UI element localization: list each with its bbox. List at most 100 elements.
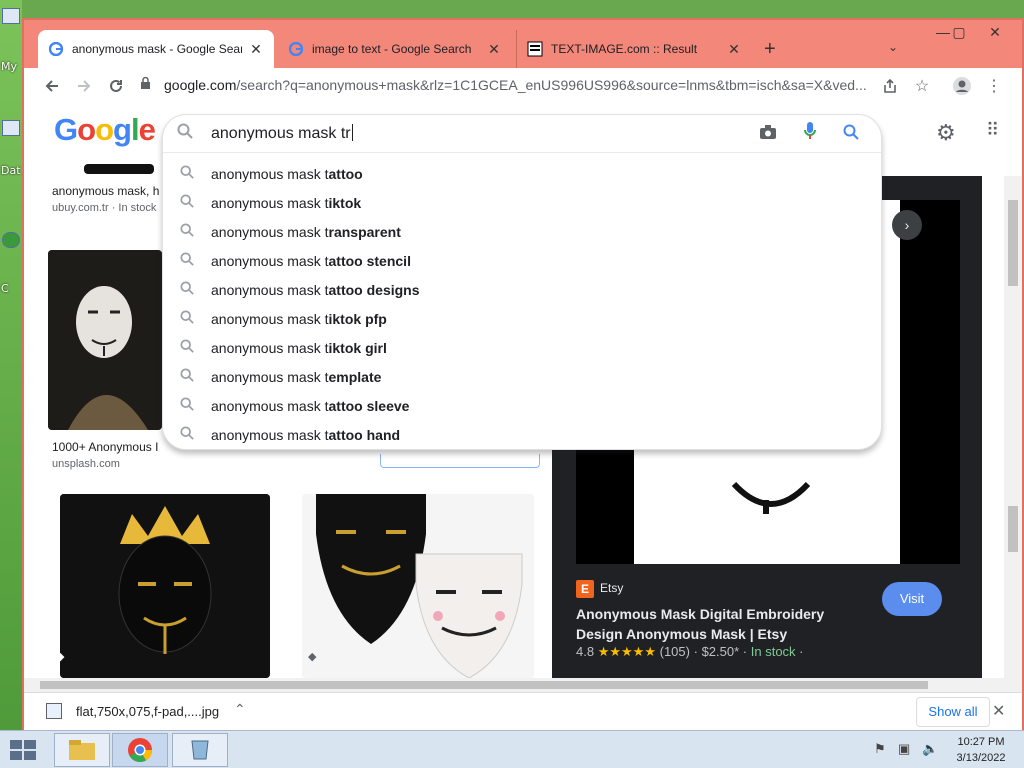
download-bar: flat,750x,075,f-pad,....jpg ⌃ Show all ✕ — [24, 692, 1022, 730]
logo-letter: o — [95, 112, 114, 147]
suggestion-completion: emplate — [328, 368, 382, 385]
chevron-up-icon[interactable]: ⌃ — [234, 701, 246, 718]
close-window-button[interactable]: ✕ — [980, 24, 1010, 41]
file-explorer-taskbar-icon[interactable] — [54, 733, 110, 767]
suggestion-item[interactable]: anonymous mask tattoo hand — [163, 420, 881, 449]
volume-muted-icon[interactable]: 🔈 — [922, 741, 938, 757]
profile-avatar-icon[interactable] — [948, 72, 976, 100]
share-icon[interactable] — [876, 72, 904, 100]
suggestion-item[interactable]: anonymous mask tattoo designs — [163, 275, 881, 304]
browser-window: anonymous mask - Google Searc ✕ image to… — [22, 18, 1024, 730]
desktop-background: My Dat C — [0, 0, 22, 730]
result-image[interactable] — [60, 494, 270, 678]
scrollbar-thumb[interactable] — [1008, 506, 1018, 552]
tab-search-button[interactable]: ⌄ — [888, 40, 898, 54]
address-bar[interactable]: google.com/search?q=anonymous+mask&rlz=1… — [140, 70, 880, 100]
suggestion-item[interactable]: anonymous mask tattoo — [163, 159, 881, 188]
google-logo[interactable]: Google — [54, 112, 156, 148]
suggestion-text: anonymous mask tattoo stencil — [211, 253, 411, 269]
browser-menu-icon[interactable]: ⋮ — [980, 72, 1008, 100]
search-input-text: anonymous mask tr — [211, 125, 351, 142]
visit-button[interactable]: Visit — [882, 582, 942, 616]
result-title[interactable]: anonymous mask, h — [52, 184, 159, 198]
suggestion-prefix: anonymous mask t — [211, 397, 329, 414]
desktop-icon[interactable] — [2, 8, 20, 24]
download-item[interactable]: flat,750x,075,f-pad,....jpg — [46, 703, 219, 719]
suggestion-prefix: anonymous mask t — [211, 368, 329, 385]
show-all-button[interactable]: Show all — [916, 697, 990, 727]
tab-image-to-text[interactable]: image to text - Google Search ✕ — [278, 30, 512, 68]
desktop-icon[interactable] — [2, 232, 20, 248]
tab-text-image[interactable]: TEXT-IMAGE.com :: Result ✕ — [516, 30, 752, 68]
system-clock[interactable]: 10:27 PM 3/13/2022 — [946, 734, 1016, 766]
app-taskbar-icon[interactable] — [172, 733, 228, 767]
suggestion-item[interactable]: anonymous mask tiktok girl — [163, 333, 881, 362]
scrollbar-thumb[interactable] — [40, 681, 928, 689]
suggestion-prefix: anonymous mask t — [211, 426, 329, 443]
next-image-button[interactable]: › — [892, 210, 922, 240]
suggestion-item[interactable]: anonymous mask tattoo stencil — [163, 246, 881, 275]
url-path: /search?q=anonymous+mask&rlz=1C1GCEA_enU… — [236, 77, 867, 93]
result-card-edge — [380, 454, 540, 468]
suggestion-prefix: anonymous mask t — [211, 165, 329, 182]
result-image[interactable] — [84, 164, 154, 174]
reload-button[interactable] — [100, 70, 132, 102]
suggestion-text: anonymous mask tattoo designs — [211, 282, 420, 298]
restore-button[interactable]: ▢ — [944, 24, 974, 41]
suggestion-item[interactable]: anonymous mask tiktok — [163, 188, 881, 217]
lock-icon — [140, 76, 154, 93]
microphone-icon[interactable] — [803, 121, 817, 146]
tag-icon: ◆ — [308, 651, 317, 663]
google-apps-icon[interactable]: ⠿ — [986, 120, 999, 141]
search-input[interactable]: anonymous mask tr — [211, 124, 353, 143]
result-image[interactable] — [302, 494, 534, 678]
meta-separator: · — [693, 644, 698, 659]
browser-toolbar: google.com/search?q=anonymous+mask&rlz=1… — [24, 68, 1022, 104]
search-box[interactable]: anonymous mask tr — [163, 115, 881, 153]
settings-gear-icon[interactable]: ⚙ — [936, 120, 956, 146]
suggestion-prefix: anonymous mask t — [211, 252, 329, 269]
close-download-bar-icon[interactable]: ✕ — [992, 701, 1005, 721]
tab-close-icon[interactable]: ✕ — [486, 41, 502, 58]
new-tab-button[interactable]: + — [764, 38, 776, 61]
text-image-favicon-icon — [527, 41, 543, 57]
scrollbar-thumb[interactable] — [1008, 200, 1018, 286]
suggestion-item[interactable]: anonymous mask template — [163, 362, 881, 391]
source-name[interactable]: Etsy — [600, 581, 623, 595]
search-icon — [163, 165, 211, 182]
camera-icon[interactable] — [759, 124, 777, 145]
search-submit-icon[interactable] — [843, 124, 859, 145]
tab-close-icon[interactable]: ✕ — [248, 41, 264, 58]
result-image[interactable] — [48, 250, 162, 430]
suggestion-prefix: anonymous mask t — [211, 223, 329, 240]
horizontal-scrollbar[interactable] — [24, 678, 1022, 692]
google-favicon-icon — [48, 41, 64, 57]
desktop-icon-label: Dat — [1, 164, 21, 177]
vertical-scrollbar[interactable] — [1004, 176, 1022, 678]
chrome-taskbar-icon[interactable] — [112, 733, 168, 767]
suggestion-item[interactable]: anonymous mask transparent — [163, 217, 881, 246]
tab-close-icon[interactable]: ✕ — [726, 41, 742, 58]
tab-google-search[interactable]: anonymous mask - Google Searc ✕ — [38, 30, 274, 68]
network-icon[interactable]: ▣ — [898, 741, 910, 757]
forward-button[interactable] — [68, 70, 100, 102]
suggestion-completion: attoo designs — [328, 281, 420, 298]
suggestion-text: anonymous mask tattoo hand — [211, 427, 400, 443]
result-title[interactable]: 1000+ Anonymous I — [52, 440, 158, 454]
suggestion-text: anonymous mask tattoo — [211, 166, 363, 182]
desktop-icon[interactable] — [2, 120, 20, 136]
suggestion-completion: iktok — [328, 194, 362, 211]
suggestion-prefix: anonymous mask t — [211, 310, 329, 327]
suggestion-text: anonymous mask tiktok — [211, 195, 361, 211]
search-icon — [163, 194, 211, 211]
back-button[interactable] — [36, 70, 68, 102]
suggestion-item[interactable]: anonymous mask tiktok pfp — [163, 304, 881, 333]
bookmark-star-icon[interactable]: ☆ — [908, 72, 936, 100]
clock-time: 10:27 PM — [957, 736, 1005, 748]
preview-title[interactable]: Anonymous Mask Digital Embroidery Design… — [576, 604, 866, 644]
suggestion-item[interactable]: anonymous mask tattoo sleeve — [163, 391, 881, 420]
action-center-flag-icon[interactable]: ⚑ — [874, 741, 886, 757]
windows-start-icon[interactable] — [8, 737, 38, 763]
suggestion-text: anonymous mask template — [211, 369, 381, 385]
search-icon — [163, 223, 211, 240]
